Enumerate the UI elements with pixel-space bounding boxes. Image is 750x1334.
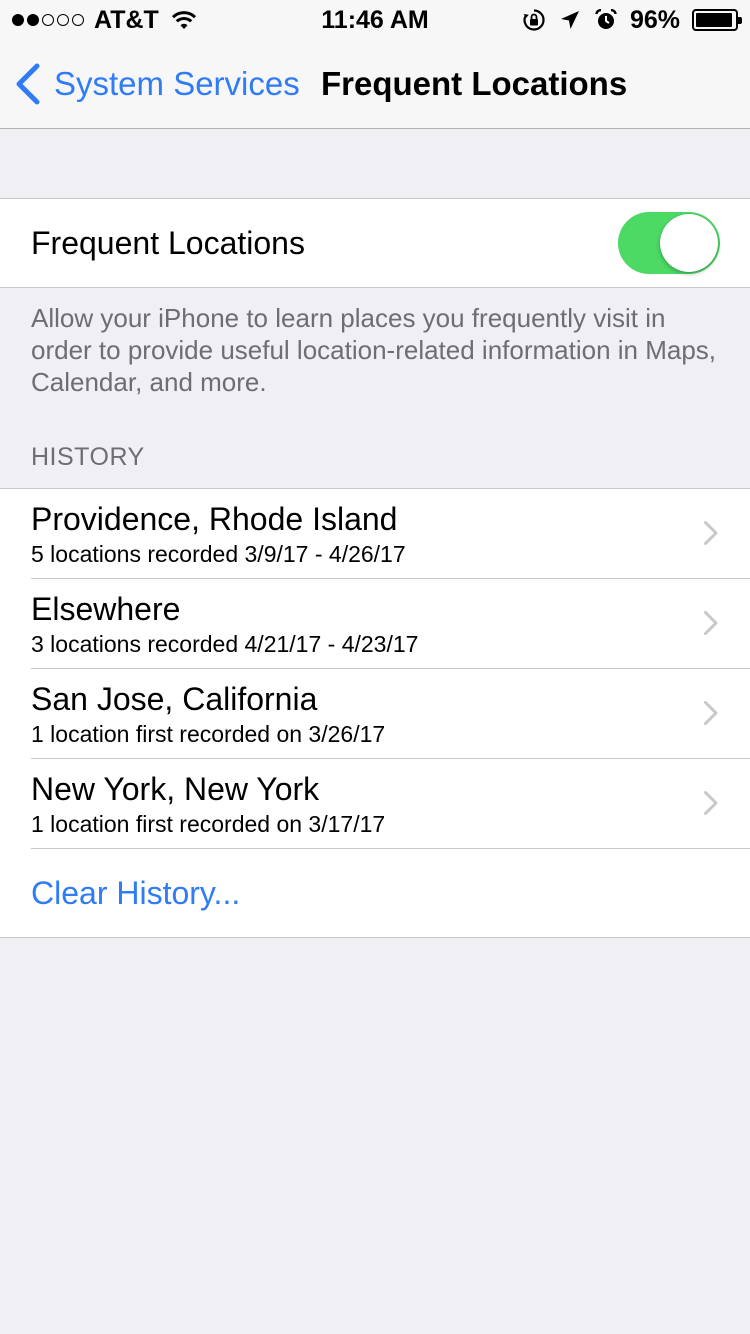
history-item-new-york[interactable]: New York, New York 1 location first reco… — [0, 759, 750, 849]
toggle-label: Frequent Locations — [31, 225, 305, 261]
battery-percent: 96% — [629, 5, 680, 34]
history-item-title: New York, New York — [31, 771, 320, 807]
history-item-title: San Jose, California — [31, 681, 318, 717]
chevron-left-icon — [16, 63, 40, 105]
chevron-right-icon — [704, 521, 718, 545]
battery-fill — [696, 13, 733, 27]
history-item-san-jose[interactable]: San Jose, California 1 location first re… — [0, 669, 750, 759]
status-right: 96% — [522, 5, 742, 34]
back-button[interactable]: System Services — [14, 60, 300, 108]
history-item-providence[interactable]: Providence, Rhode Island 5 locations rec… — [0, 489, 750, 579]
screen: AT&T 11:46 AM 96% System Services Freque… — [0, 0, 750, 1334]
page-title: Frequent Locations — [321, 65, 628, 102]
history-item-subtitle: 1 location first recorded on 3/26/17 — [31, 721, 386, 747]
clear-history-label: Clear History... — [31, 875, 241, 911]
navigation-bar: System Services Frequent Locations — [0, 40, 750, 129]
switch-knob — [660, 214, 718, 272]
history-item-title: Providence, Rhode Island — [31, 501, 398, 537]
status-bar: AT&T 11:46 AM 96% — [0, 0, 750, 40]
battery-tip — [738, 17, 742, 24]
history-item-subtitle: 3 locations recorded 4/21/17 - 4/23/17 — [31, 631, 419, 657]
chevron-right-icon — [704, 791, 718, 815]
history-item-title: Elsewhere — [31, 591, 181, 627]
orientation-lock-icon — [523, 9, 545, 31]
toggle-description: Allow your iPhone to learn places you fr… — [31, 303, 717, 397]
frequent-locations-switch[interactable] — [618, 212, 720, 274]
chevron-right-icon — [704, 701, 718, 725]
battery-icon — [692, 9, 742, 31]
history-item-subtitle: 5 locations recorded 3/9/17 - 4/26/17 — [31, 541, 406, 567]
history-section-header: HISTORY — [31, 443, 145, 471]
location-arrow-icon — [560, 11, 579, 29]
history-item-subtitle: 1 location first recorded on 3/17/17 — [31, 811, 386, 837]
back-button-label: System Services — [54, 65, 300, 102]
history-list: Providence, Rhode Island 5 locations rec… — [0, 488, 750, 938]
frequent-locations-toggle-row: Frequent Locations — [0, 198, 750, 288]
clear-history-button[interactable]: Clear History... — [0, 849, 750, 938]
history-item-elsewhere[interactable]: Elsewhere 3 locations recorded 4/21/17 -… — [0, 579, 750, 669]
chevron-right-icon — [704, 611, 718, 635]
alarm-icon — [595, 9, 617, 29]
